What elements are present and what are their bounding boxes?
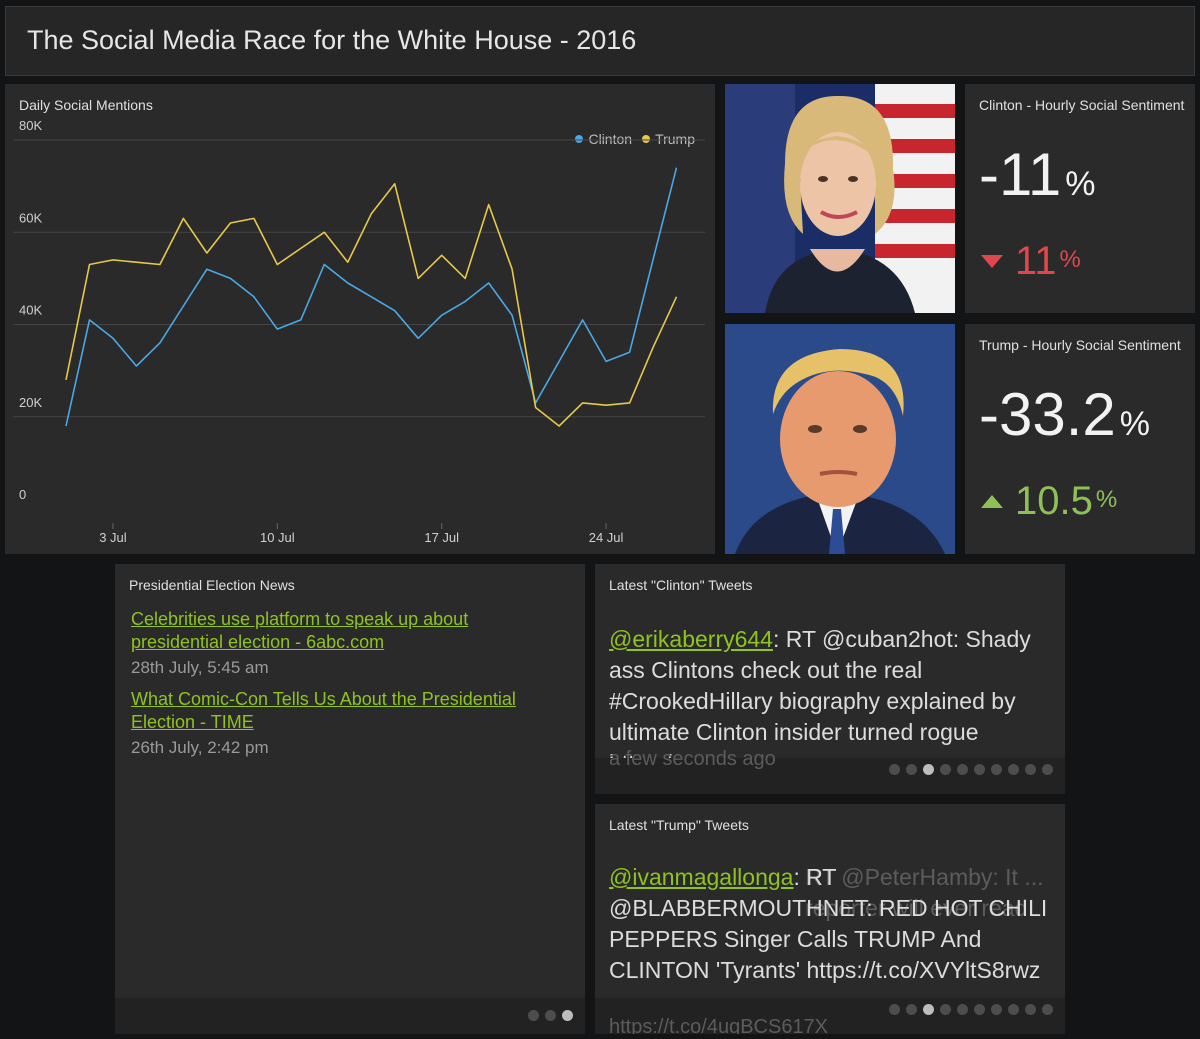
tweet-link-ghost: https://t.co/4ugBCS617X: [609, 1016, 829, 1034]
trump-sentiment-panel: Trump - Hourly Social Sentiment -33.2% 1…: [965, 324, 1195, 554]
tweet-text: @ivanmagallonga: RT @BLABBERMOUTHNET: RE…: [609, 864, 1048, 983]
news-list: Celebrities use platform to speak up abo…: [131, 608, 551, 768]
clinton-portrait: [725, 84, 955, 313]
tweet-user-link[interactable]: @ivanmagallonga: [609, 864, 793, 890]
y-tick-label: 20K: [19, 395, 42, 410]
clinton-tweets-panel: Latest "Clinton" Tweets @erikaberry644: …: [595, 564, 1065, 794]
panel-title: Latest "Trump" Tweets: [609, 817, 749, 833]
news-link[interactable]: What Comic-Con Tells Us About the Presid…: [131, 688, 551, 734]
x-tick-label: 24 Jul: [589, 530, 624, 545]
dashboard-title: The Social Media Race for the White Hous…: [27, 25, 637, 55]
trump-tweets-panel: Latest "Trump" Tweets RT @PeterHamby: It…: [595, 804, 1065, 1034]
y-tick-label: 40K: [19, 303, 42, 318]
trump-portrait: [725, 324, 955, 554]
pager-dot[interactable]: [528, 1010, 539, 1021]
series-line-trump[interactable]: [65, 183, 678, 427]
clinton-sentiment-panel: Clinton - Hourly Social Sentiment -11% 1…: [965, 84, 1195, 313]
y-tick-label: 0: [19, 487, 26, 502]
series-line-clinton[interactable]: [65, 167, 678, 427]
tweet-pager-bar: a few seconds ago: [595, 748, 1065, 794]
sentiment-delta: 10.5%: [981, 480, 1117, 522]
daily-mentions-panel: Daily Social Mentions Clinton Trump 0 20K…: [5, 84, 715, 554]
news-item: What Comic-Con Tells Us About the Presid…: [131, 688, 551, 758]
news-pager: [528, 1010, 573, 1021]
news-link[interactable]: Celebrities use platform to speak up abo…: [131, 608, 551, 654]
panel-title: Latest "Clinton" Tweets: [609, 577, 753, 593]
sentiment-value: -33.2%: [979, 381, 1150, 448]
tweet-pager-bar: https://t.co/4ugBCS617X: [595, 998, 1065, 1034]
news-item: Celebrities use platform to speak up abo…: [131, 608, 551, 678]
news-pager-bar: [115, 998, 585, 1034]
y-tick-label: 80K: [19, 118, 42, 133]
tweet-user-link[interactable]: @erikaberry644: [609, 626, 773, 652]
panel-title: Presidential Election News: [129, 577, 295, 593]
tweet-time-ghost: a few seconds ago: [609, 748, 776, 770]
arrow-down-icon: [981, 254, 1003, 268]
dashboard-header: The Social Media Race for the White Hous…: [5, 6, 1195, 76]
x-tick-label: 10 Jul: [260, 530, 295, 545]
pager-dot-active[interactable]: [562, 1010, 573, 1021]
mentions-line-chart[interactable]: 0 20K 40K 60K 80K 3 Jul 10 Jul 17 Jul 24 Jul: [5, 84, 715, 554]
election-news-panel: Presidential Election News Celebrities u…: [115, 564, 585, 1034]
pager-dot[interactable]: [545, 1010, 556, 1021]
x-tick-label: 17 Jul: [424, 530, 459, 545]
x-tick-label: 3 Jul: [99, 530, 127, 545]
sentiment-delta: 11%: [981, 240, 1081, 282]
news-date: 26th July, 2:42 pm: [131, 738, 269, 757]
panel-title: Trump - Hourly Social Sentiment: [979, 337, 1181, 353]
sentiment-value: -11%: [979, 141, 1096, 208]
news-date: 28th July, 5:45 am: [131, 658, 269, 677]
y-tick-label: 60K: [19, 210, 42, 225]
panel-title: Clinton - Hourly Social Sentiment: [979, 97, 1185, 113]
arrow-up-icon: [981, 494, 1003, 508]
